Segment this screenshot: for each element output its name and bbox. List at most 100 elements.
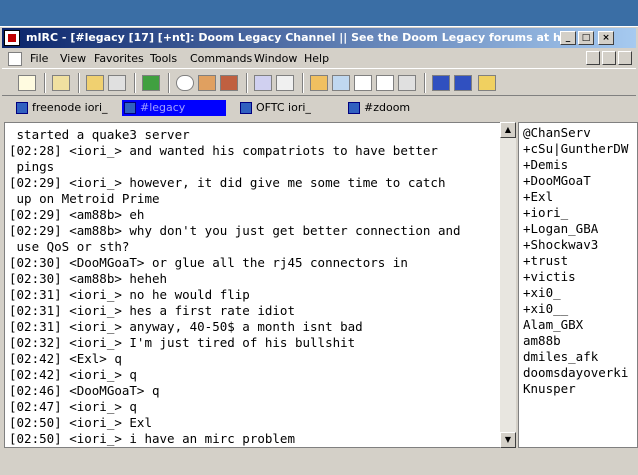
child-window-icon[interactable]	[8, 52, 22, 66]
chat-scrollbar[interactable]: ▲ ▼	[500, 122, 516, 448]
chat-line: [02:42] <iori_> q	[9, 367, 137, 382]
chat-line: [02:28] <iori_> and wanted his compatrio…	[9, 143, 438, 158]
nick-item[interactable]: +Exl	[523, 189, 553, 205]
logs-icon[interactable]	[354, 75, 372, 91]
menu-commands[interactable]: Commands	[190, 52, 252, 65]
nick-item[interactable]: +iori_	[523, 205, 568, 221]
nick-item[interactable]: doomsdayoverki	[523, 365, 628, 381]
server-icon[interactable]	[108, 75, 126, 91]
chat-line: [02:46] <DooMGoaT> q	[9, 383, 160, 398]
menu-view[interactable]: View	[60, 52, 86, 65]
nick-item[interactable]: +victis	[523, 269, 576, 285]
child-close-button[interactable]	[618, 51, 632, 65]
toolbar-separator	[246, 73, 248, 93]
options-icon[interactable]	[52, 75, 70, 91]
nick-item[interactable]: am88b	[523, 333, 561, 349]
dcc-send-icon[interactable]	[220, 75, 238, 91]
toolbar-separator	[424, 73, 426, 93]
maximize-button[interactable]: □	[578, 31, 594, 45]
chat-line: [02:47] <iori_> q	[9, 399, 137, 414]
tab-label: freenode iori_	[32, 101, 108, 114]
menu-favorites[interactable]: Favorites	[94, 52, 144, 65]
arrange-icon[interactable]	[478, 75, 496, 91]
child-minimize-button[interactable]	[586, 51, 600, 65]
menu-file[interactable]: File	[30, 52, 48, 65]
chat-line: started a quake3 server	[9, 127, 190, 142]
close-button[interactable]: ×	[598, 31, 614, 45]
toolbar-separator	[44, 73, 46, 93]
toolbar	[2, 68, 636, 96]
chat-line: use QoS or sth?	[9, 239, 130, 254]
chat-line: [02:31] <iori_> hes a first rate idiot	[9, 303, 295, 318]
nick-item[interactable]: dmiles_afk	[523, 349, 598, 365]
tab-freenode-status[interactable]: freenode iori_	[14, 100, 114, 116]
toolbar-separator	[302, 73, 304, 93]
chat-line: [02:42] <Exl> q	[9, 351, 122, 366]
tab-legacy[interactable]: #legacy	[122, 100, 226, 116]
timer-icon[interactable]	[176, 75, 194, 91]
chat-line: [02:50] <iori_> Exl	[9, 415, 152, 430]
chat-line: [02:29] <am88b> why don't you just get b…	[9, 223, 461, 238]
colors-icon[interactable]	[198, 75, 216, 91]
dcc-chat-icon[interactable]	[254, 75, 272, 91]
input-area	[0, 448, 638, 475]
menu-tools[interactable]: Tools	[150, 52, 177, 65]
tab-oftc-status[interactable]: OFTC iori_	[238, 100, 338, 116]
nick-item[interactable]: +DooMGoaT	[523, 173, 591, 189]
menu-window[interactable]: Window	[254, 52, 297, 65]
nick-list[interactable]: @ChanServ +cSu|GuntherDW +Demis +DooMGoa…	[518, 122, 638, 448]
nick-item[interactable]: +Demis	[523, 157, 568, 173]
menu-help[interactable]: Help	[304, 52, 329, 65]
chat-line: [02:31] <iori_> anyway, 40-50$ a month i…	[9, 319, 363, 334]
notes-icon[interactable]	[310, 75, 328, 91]
window-title: mIRC - [#legacy [17] [+nt]: Doom Legacy …	[26, 31, 566, 44]
scroll-down-button[interactable]: ▼	[500, 432, 516, 448]
nick-item[interactable]: Alam_GBX	[523, 317, 583, 333]
nick-item[interactable]: +cSu|GuntherDW	[523, 141, 628, 157]
address-book-icon[interactable]	[142, 75, 160, 91]
minimize-button[interactable]: _	[560, 31, 576, 45]
nick-item[interactable]: +Logan_GBA	[523, 221, 598, 237]
chat-line: [02:32] <iori_> I'm just tired of his bu…	[9, 335, 356, 350]
tab-zdoom[interactable]: #zdoom	[346, 100, 446, 116]
chat-line: [02:50] <iori_> i have an mirc problem	[9, 431, 295, 446]
toolbar-separator	[134, 73, 136, 93]
nick-item[interactable]: Knusper	[523, 381, 576, 397]
scroll-up-button[interactable]: ▲	[500, 122, 516, 138]
nick-item[interactable]: +xi0_	[523, 285, 561, 301]
chat-log[interactable]: started a quake3 server [02:28] <iori_> …	[4, 122, 516, 448]
channels-icon[interactable]	[86, 75, 104, 91]
toolbar-separator	[168, 73, 170, 93]
channel-window-icon	[348, 102, 360, 114]
channel-window-icon	[124, 102, 136, 114]
chat-line: up on Metroid Prime	[9, 191, 160, 206]
logs-icon[interactable]	[376, 75, 394, 91]
cascade-icon[interactable]	[454, 75, 472, 91]
desktop-background	[0, 0, 638, 26]
tile-icon[interactable]	[432, 75, 450, 91]
tab-label: #zdoom	[364, 101, 411, 114]
chat-line: [02:31] <iori_> no he would flip	[9, 287, 250, 302]
nick-item[interactable]: +Shockwav3	[523, 237, 598, 253]
title-bar[interactable]: mIRC - [#legacy [17] [+nt]: Doom Legacy …	[2, 28, 636, 48]
chat-line: [02:29] <am88b> eh	[9, 207, 145, 222]
tab-label: #legacy	[140, 101, 186, 114]
nick-item[interactable]: +trust	[523, 253, 568, 269]
connect-icon[interactable]	[18, 75, 36, 91]
tab-label: OFTC iori_	[256, 101, 311, 114]
notify-icon[interactable]	[276, 75, 294, 91]
toolbar-separator	[78, 73, 80, 93]
chat-line: [02:30] <am88b> heheh	[9, 271, 168, 286]
mirc-app-icon[interactable]	[4, 30, 20, 46]
urls-icon[interactable]	[332, 75, 350, 91]
chat-line: [02:30] <DooMGoaT> or glue all the rj45 …	[9, 255, 408, 270]
menu-bar: File View Favorites Tools Commands Windo…	[2, 49, 636, 68]
logs-icon[interactable]	[398, 75, 416, 91]
status-window-icon	[16, 102, 28, 114]
nick-item[interactable]: +xi0__	[523, 301, 568, 317]
chat-line: pings	[9, 159, 55, 174]
status-window-icon	[240, 102, 252, 114]
chat-line: [02:29] <iori_> however, it did give me …	[9, 175, 446, 190]
child-restore-button[interactable]	[602, 51, 616, 65]
nick-item[interactable]: @ChanServ	[523, 125, 591, 141]
